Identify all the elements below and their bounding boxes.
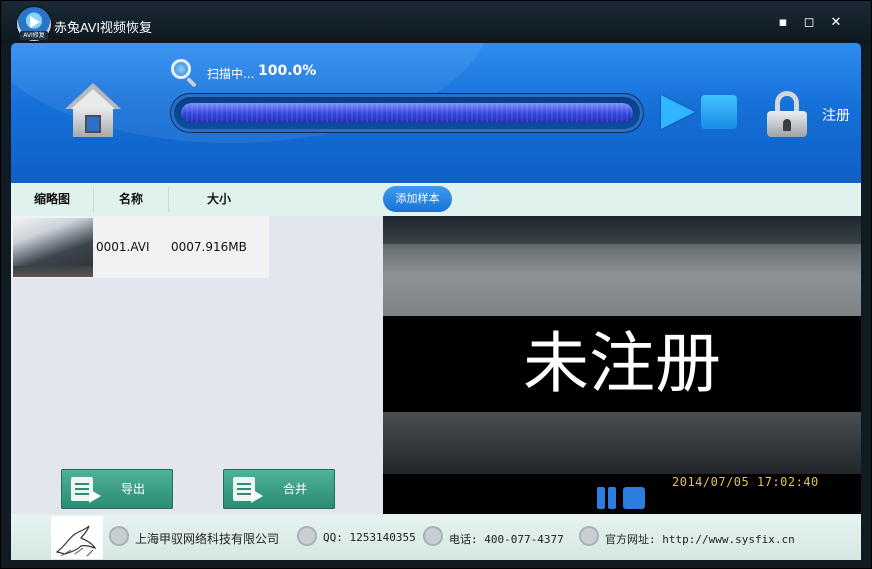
title-bar[interactable]: AVI修复 赤兔AVI视频恢复 ▪ ◻ ✕ xyxy=(1,1,871,43)
close-button[interactable]: ✕ xyxy=(827,15,845,31)
website-icon xyxy=(579,526,599,546)
qq-icon xyxy=(297,526,317,546)
header-toolbar: 扫描中... 100.0% 注册 xyxy=(11,43,861,183)
video-thumbnail xyxy=(13,218,93,277)
column-thumbnail[interactable]: 缩略图 xyxy=(11,183,93,216)
unregistered-watermark: 未注册 xyxy=(523,325,721,402)
window-title: 赤兔AVI视频恢复 xyxy=(54,20,152,35)
company-icon xyxy=(109,526,129,546)
stop-icon[interactable] xyxy=(701,95,737,129)
lock-icon[interactable] xyxy=(767,91,807,139)
scan-progress-bar xyxy=(171,94,643,132)
search-icon xyxy=(171,59,191,79)
website-link[interactable]: 官方网址: http://www.sysfix.cn xyxy=(605,531,795,547)
merge-label: 合并 xyxy=(283,482,308,496)
app-logo-tag: AVI修复 xyxy=(20,31,48,40)
video-frame-bottom xyxy=(383,412,861,474)
app-window: AVI修复 赤兔AVI视频恢复 ▪ ◻ ✕ 扫描中... 100.0% 注册 缩… xyxy=(0,0,872,569)
pause-icon[interactable] xyxy=(597,487,605,509)
file-size: 0007.916MB xyxy=(171,240,247,254)
export-icon xyxy=(71,477,101,503)
column-size[interactable]: 大小 xyxy=(169,183,269,216)
scan-progress-fill xyxy=(181,103,633,123)
merge-icon xyxy=(233,477,263,503)
file-list-header: 缩略图 名称 大小 xyxy=(11,183,383,216)
footer-bar: 上海甲驭网络科技有限公司 QQ: 1253140355 电话: 400-077-… xyxy=(11,514,861,560)
home-icon[interactable] xyxy=(65,83,121,139)
register-button[interactable]: 注册 xyxy=(822,105,850,125)
app-logo-icon: AVI修复 xyxy=(17,7,51,41)
export-label: 导出 xyxy=(121,482,146,496)
scan-status-label: 扫描中... xyxy=(207,67,255,81)
minimize-button[interactable]: ▪ xyxy=(774,15,792,31)
phone-number: 电话: 400-077-4377 xyxy=(449,533,564,546)
maximize-button[interactable]: ◻ xyxy=(800,15,818,31)
export-button[interactable]: 导出 xyxy=(61,469,173,509)
add-sample-button[interactable]: 添加样本 xyxy=(383,186,452,212)
preview-toolbar: 添加样本 xyxy=(383,183,861,216)
qq-number: QQ: 1253140355 xyxy=(323,531,416,544)
company-name: 上海甲驭网络科技有限公司 xyxy=(135,532,280,546)
table-row[interactable]: 0001.AVI 0007.916MB xyxy=(11,216,269,278)
video-preview[interactable]: 未注册 2014/07/05 17:02:40 xyxy=(383,216,861,514)
file-list: 0001.AVI 0007.916MB 导出 合并 xyxy=(11,216,383,514)
scan-percent: 100.0% xyxy=(258,63,317,79)
play-icon[interactable] xyxy=(661,95,695,129)
merge-button[interactable]: 合并 xyxy=(223,469,335,509)
video-frame-top xyxy=(383,216,861,316)
file-name: 0001.AVI xyxy=(96,240,150,254)
stop-playback-icon[interactable] xyxy=(623,487,645,509)
column-name[interactable]: 名称 xyxy=(94,183,168,216)
phone-icon xyxy=(423,526,443,546)
video-timestamp: 2014/07/05 17:02:40 xyxy=(672,475,819,489)
horse-logo-icon xyxy=(51,516,103,559)
